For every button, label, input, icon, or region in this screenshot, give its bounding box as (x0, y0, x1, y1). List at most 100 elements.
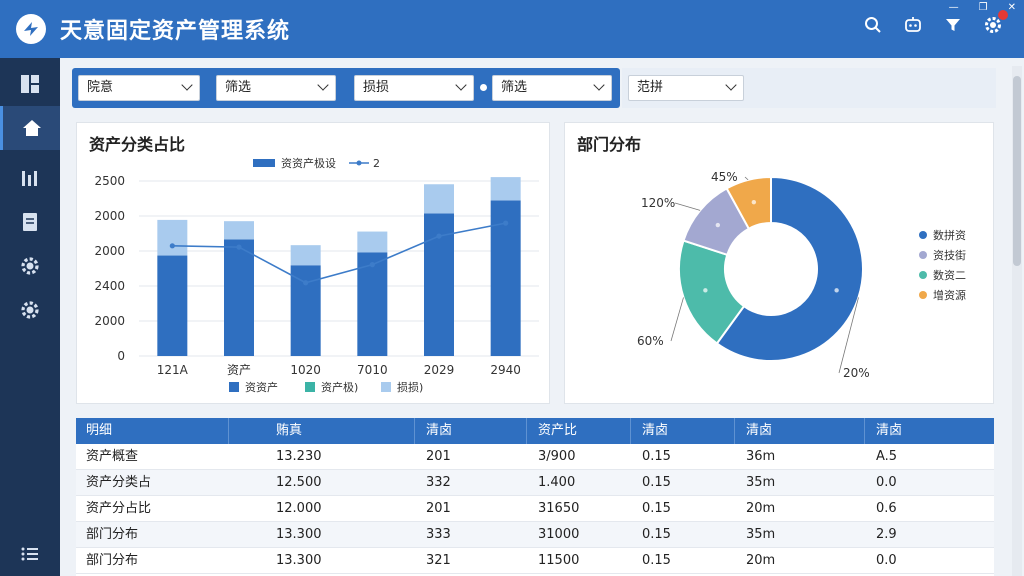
legend-swatch-0 (229, 382, 239, 392)
sidebar-item-equalizer[interactable] (0, 156, 60, 200)
table-cell: 0.15 (642, 527, 671, 542)
table-header-cell[interactable]: 明细 (86, 418, 112, 444)
scrollbar-thumb[interactable] (1013, 76, 1021, 266)
table-header-cell[interactable]: 贿真 (276, 418, 302, 444)
table-cell: 321 (426, 553, 451, 568)
pie-legend-swatch-3 (919, 291, 927, 299)
table-row[interactable]: 资产分占比 12.000 201 31650 0.15 20m 0.6 (76, 496, 994, 522)
list-menu-icon (21, 547, 38, 561)
line-point (303, 280, 309, 286)
close-icon[interactable]: ✕ (1008, 2, 1016, 13)
home-icon (22, 120, 41, 136)
bar-1020 (290, 265, 321, 356)
bar-stack-资产 (224, 221, 254, 240)
y-tick-label: 2000 (94, 209, 125, 223)
table-cell: 0.15 (642, 475, 671, 490)
bar-stack-121A (157, 219, 188, 256)
filter-select-2[interactable]: 筛选 (216, 75, 336, 101)
table-cell: 20m (746, 553, 776, 568)
robot-icon[interactable] (902, 14, 924, 36)
sort-select[interactable]: 范拼 (628, 75, 744, 101)
legend-top-swatch-line-dot (356, 160, 362, 166)
bar-chart: 资资产极设 2 0 2000 2400 2000 2000 2500 121A 资产 1020 701… (94, 156, 539, 394)
table-cell: 20m (746, 501, 776, 516)
chevron-down-icon (593, 79, 605, 91)
filter-bar: 院意 筛选 损损 筛选 (72, 68, 620, 108)
pie-legend-label-2: 数资二 (933, 269, 966, 282)
table-header-divider (864, 418, 865, 444)
bar-chart-panel: 资产分类占比 资资产极设 2 0 2000 2400 2000 2000 2500 121A 资产… (76, 122, 550, 404)
table-header-cell[interactable]: 资产比 (538, 418, 577, 444)
line-point (236, 244, 242, 250)
y-tick-label: 2500 (94, 174, 125, 188)
table-row[interactable]: 部门分布 13.300 321 11500 0.15 20m 0.0 (76, 548, 994, 574)
pie-legend-swatch-0 (919, 231, 927, 239)
table-cell: 部门分布 (86, 527, 139, 542)
chevron-down-icon (181, 79, 193, 91)
sidebar-item-settings-2[interactable] (0, 288, 60, 332)
table-cell: A.5 (876, 449, 898, 464)
sidebar (0, 58, 60, 576)
app-logo-icon (16, 14, 46, 44)
chevron-down-icon (725, 79, 737, 91)
table-header-divider (414, 418, 415, 444)
line-series (172, 222, 506, 284)
x-tick-label: 2940 (490, 363, 521, 377)
pie-chart: 20% 60% 120% 45% 数拼资资技街数资二增资源 (637, 170, 966, 380)
table-cell: 332 (426, 475, 451, 490)
bar-资产 (224, 239, 254, 356)
table-cell: 部门分布 (86, 553, 139, 568)
table-cell: 31000 (538, 527, 580, 542)
table-cell: 333 (426, 527, 451, 542)
sidebar-item-settings[interactable] (0, 244, 60, 288)
line-point (169, 243, 175, 249)
pie-data-label: 20% (843, 366, 870, 380)
table-cell: 资产分占比 (86, 501, 152, 516)
legend-top-label-bar: 资资产极设 (281, 156, 336, 170)
pie-legend-swatch-1 (919, 251, 927, 259)
table-header-cell[interactable]: 清卤 (746, 418, 772, 444)
table-row[interactable]: 部门分布 13.300 333 31000 0.15 35m 2.9 (76, 522, 994, 548)
table-cell: 3/900 (538, 449, 576, 464)
filter-select-1[interactable]: 院意 (78, 75, 200, 101)
pie-data-label: 60% (637, 334, 664, 348)
bar-stack-1020 (290, 245, 321, 266)
table-header-cell[interactable]: 清卤 (642, 418, 668, 444)
table-header-divider (734, 418, 735, 444)
settings-gear-icon[interactable] (982, 10, 1008, 36)
legend-swatch-2 (381, 382, 391, 392)
bar-121A (157, 255, 188, 356)
legend-label-1: 资产极) (321, 380, 358, 394)
chevron-down-icon (455, 79, 467, 91)
minimize-icon[interactable]: — (949, 2, 959, 13)
table-header-divider (526, 418, 527, 444)
pie-leader-line (670, 297, 684, 342)
detail-table: 明细 贿真 清卤 资产比 清卤 清卤 清卤 资产概查 13.230 201 3/900 0.15 36… (76, 418, 994, 576)
maximize-icon[interactable]: ❐ (979, 2, 988, 13)
search-icon[interactable] (862, 14, 884, 36)
table-header-cell[interactable]: 清卤 (876, 418, 902, 444)
legend-label-0: 资资产 (245, 380, 278, 394)
x-tick-label: 121A (157, 363, 189, 377)
sidebar-item-document[interactable] (0, 200, 60, 244)
table-header-cell[interactable]: 清卤 (426, 418, 452, 444)
table-row[interactable]: 资产分类占 12.500 332 1.400 0.15 35m 0.0 (76, 470, 994, 496)
x-tick-label: 2029 (424, 363, 455, 377)
sidebar-item-home[interactable] (0, 106, 60, 150)
vertical-scrollbar[interactable] (1012, 66, 1022, 576)
sidebar-item-menu[interactable] (0, 532, 60, 576)
table-cell: 0.15 (642, 501, 671, 516)
sidebar-item-dashboard[interactable] (0, 62, 60, 106)
filter-select-4[interactable]: 筛选 (492, 75, 612, 101)
table-cell: 13.300 (276, 527, 322, 542)
pie-slice-marker (834, 288, 839, 293)
table-cell: 13.300 (276, 553, 322, 568)
filter-select-3[interactable]: 损损 (354, 75, 474, 101)
filter-icon[interactable] (942, 14, 964, 36)
sort-area: 范拼 (622, 68, 996, 108)
table-header: 明细 贿真 清卤 资产比 清卤 清卤 清卤 (76, 418, 994, 444)
pie-leader-line (674, 202, 701, 211)
table-row[interactable]: 资产概查 13.230 201 3/900 0.15 36m A.5 (76, 444, 994, 470)
bar-stack-7010 (357, 231, 388, 253)
y-tick-label: 2000 (94, 314, 125, 328)
